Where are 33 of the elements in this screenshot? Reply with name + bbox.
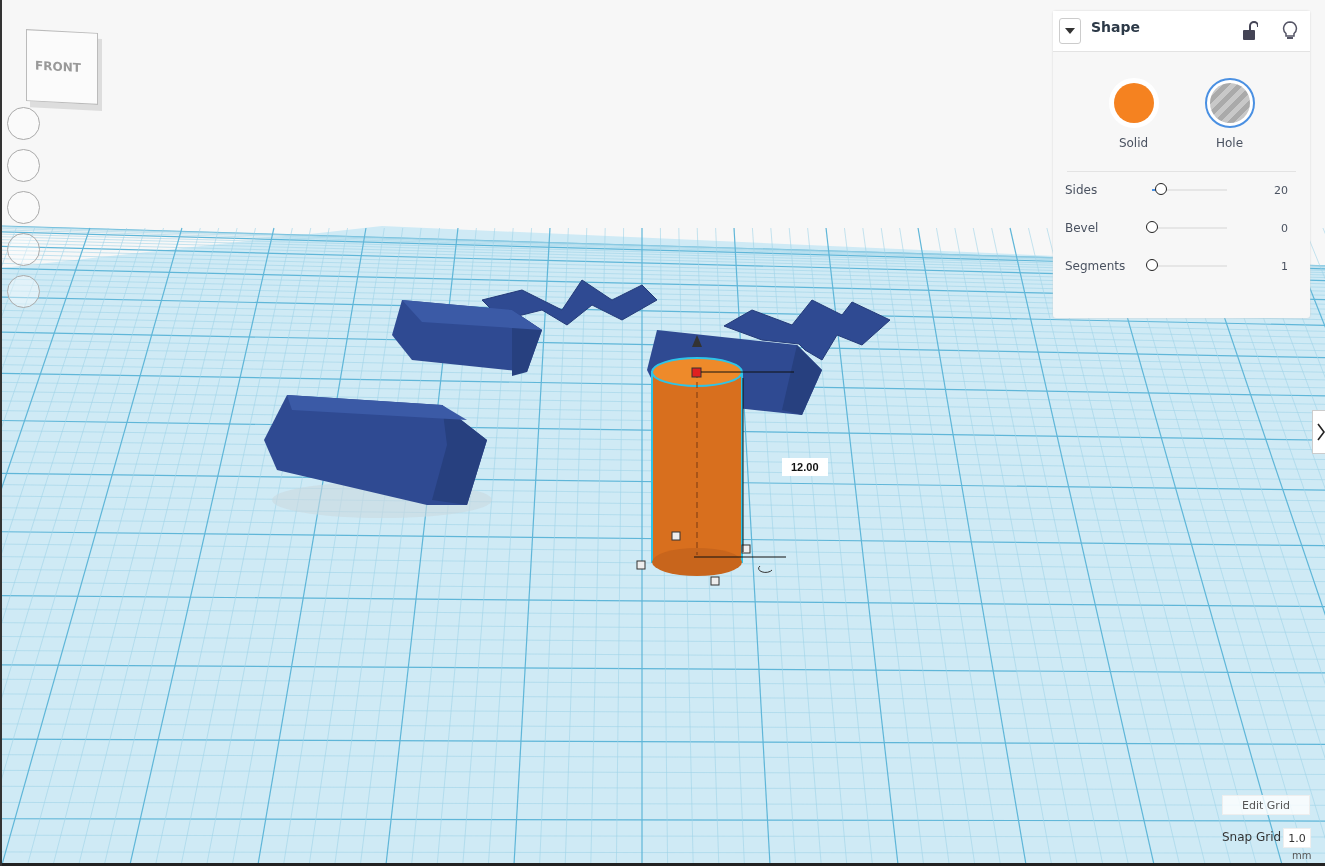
slider-value: 1: [1280, 259, 1288, 273]
collapse-dropdown-button[interactable]: [1059, 18, 1081, 44]
unlocked-padlock-icon[interactable]: [1242, 21, 1258, 41]
snap-grid-value-field[interactable]: 1.0: [1283, 828, 1311, 848]
snap-grid-label: Snap Grid: [1222, 830, 1282, 844]
chevron-right-icon: [1317, 423, 1325, 441]
zigzag-shape-drawing[interactable]: [481, 279, 658, 326]
slider-thumb[interactable]: [1154, 183, 1167, 195]
caret-icon: [1065, 28, 1075, 34]
lightbulb-icon[interactable]: [1282, 21, 1298, 41]
zigzag-shape-drawing[interactable]: [723, 299, 891, 361]
edit-grid-button[interactable]: Edit Grid: [1222, 795, 1310, 815]
unit-label: mm: [1292, 850, 1312, 861]
mode-label: Solid: [1118, 136, 1149, 150]
slider-value: 0: [1280, 221, 1288, 235]
expand-panel-button[interactable]: [1312, 410, 1325, 454]
hexagonal-prism-drawing[interactable]: [392, 300, 542, 376]
slider-label: Segments: [1065, 259, 1127, 273]
height-dimension-label[interactable]: 12.00: [782, 458, 828, 476]
rotate-handle-icon[interactable]: [758, 565, 773, 573]
slider-thumb[interactable]: [1146, 259, 1158, 271]
panel-title: Shape: [1091, 19, 1141, 35]
slider-value: 20: [1273, 183, 1288, 197]
3d-workplane-viewport[interactable]: FRONT 12.00 Shape Solid Hole Sides 20 Bevel 0 Segments 1 Edit Grid Snap Grid 1.0 mm: [0, 0, 1325, 866]
cylinder-drawing[interactable]: [636, 357, 751, 586]
slider-label: Sides: [1065, 183, 1099, 197]
hole-swatch-button[interactable]: [1204, 78, 1255, 128]
mode-label: Hole: [1215, 136, 1244, 150]
slider-thumb[interactable]: [1146, 221, 1158, 233]
hexagonal-prism-drawing[interactable]: [264, 395, 492, 518]
slider-label: Bevel: [1065, 221, 1100, 235]
solid-swatch-button[interactable]: [1108, 78, 1159, 128]
cube-front-label: FRONT: [35, 58, 81, 75]
